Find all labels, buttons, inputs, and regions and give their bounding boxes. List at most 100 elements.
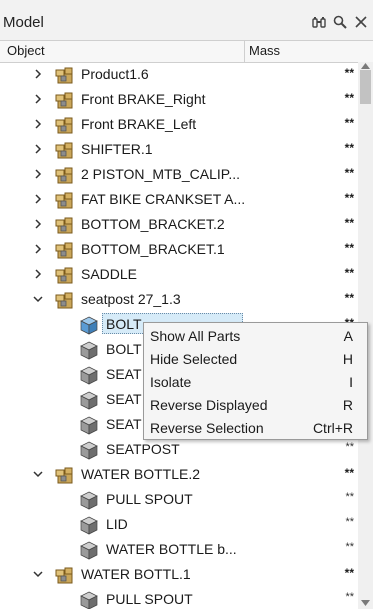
tree-row-mass: **	[344, 116, 354, 130]
tree-row[interactable]: SADDLE **	[0, 262, 358, 287]
scroll-thumb[interactable]	[360, 70, 371, 104]
tree-row-mass: **	[345, 491, 354, 503]
menu-item-label: Show All Parts	[150, 328, 241, 344]
menu-item-label: Reverse Displayed	[150, 397, 268, 413]
part-icon	[79, 590, 99, 609]
chevron-right-icon[interactable]	[32, 267, 44, 279]
tree-row-mass: **	[344, 141, 354, 155]
menu-item-label: Hide Selected	[150, 351, 238, 367]
tree-row[interactable]: PULL SPOUT **	[0, 487, 358, 512]
tree-row[interactable]: Front BRAKE_Right **	[0, 87, 358, 112]
context-menu-item[interactable]: Hide Selected H	[144, 348, 367, 371]
search-icon[interactable]	[332, 14, 348, 30]
menu-item-label: Reverse Selection	[150, 420, 264, 436]
chevron-down-icon[interactable]	[32, 292, 44, 304]
menu-item-shortcut: A	[343, 328, 353, 344]
tree-row[interactable]: SHIFTER.1 **	[0, 137, 358, 162]
tree-row-label: Front BRAKE_Right	[81, 91, 206, 107]
tree-row[interactable]: BOTTOM_BRACKET.2 **	[0, 212, 358, 237]
tree-row[interactable]: Product1.6 **	[0, 62, 358, 87]
context-menu-item[interactable]: Reverse Displayed R	[144, 394, 367, 417]
tree-row-mass: **	[345, 441, 354, 453]
assembly-icon	[55, 265, 75, 285]
tree-row[interactable]: WATER BOTTLE.2 **	[0, 462, 358, 487]
tree-row-label: PULL SPOUT	[106, 591, 193, 607]
tree-row-mass: **	[345, 591, 354, 603]
tree-row[interactable]: FAT BIKE CRANKSET A... **	[0, 187, 358, 212]
context-menu: Show All Parts A Hide Selected H Isolate I Rev…	[143, 322, 368, 440]
scroll-up-arrow-icon[interactable]	[361, 63, 370, 69]
tree-row[interactable]: LID **	[0, 512, 358, 537]
tree-row-label: 2 PISTON_MTB_CALIP...	[81, 166, 240, 182]
assembly-icon	[55, 240, 75, 260]
tree-row-label: PULL SPOUT	[106, 491, 193, 507]
context-menu-item[interactable]: Reverse Selection Ctrl+R	[144, 417, 367, 440]
tree-row-label: SEAT	[106, 416, 142, 432]
tree-row-label: WATER BOTTLE b...	[106, 541, 237, 557]
tree-row-label: SEAT	[106, 366, 142, 382]
scroll-down-arrow-icon[interactable]	[361, 600, 370, 606]
menu-item-label: Isolate	[150, 374, 192, 390]
column-object[interactable]: Object	[0, 41, 245, 62]
tree-row-label: LID	[106, 516, 128, 532]
tree-row-label: FAT BIKE CRANKSET A...	[81, 191, 246, 207]
tree-row-mass: **	[344, 466, 354, 480]
part-icon	[79, 390, 99, 410]
assembly-icon	[55, 290, 75, 310]
tree-row-mass: **	[344, 266, 354, 280]
part-icon	[79, 440, 99, 460]
chevron-right-icon[interactable]	[32, 142, 44, 154]
part-icon	[79, 415, 99, 435]
part-icon	[79, 490, 99, 510]
context-menu-item[interactable]: Isolate I	[144, 371, 367, 394]
tree-row[interactable]: WATER BOTTL.1 **	[0, 562, 358, 587]
tree-row[interactable]: Front BRAKE_Left **	[0, 112, 358, 137]
part-icon	[79, 365, 99, 385]
close-icon[interactable]	[353, 14, 369, 30]
tree-row[interactable]: PULL SPOUT **	[0, 587, 358, 609]
tree-row-label: BOTTOM_BRACKET.2	[81, 216, 225, 232]
part-icon	[79, 540, 99, 560]
chevron-right-icon[interactable]	[32, 117, 44, 129]
menu-item-shortcut: H	[342, 351, 353, 367]
tree-row-mass: **	[344, 241, 354, 255]
part-icon	[79, 515, 99, 535]
tree-row-label: Front BRAKE_Left	[81, 116, 197, 132]
part-icon	[79, 315, 99, 335]
tree-row[interactable]: BOTTOM_BRACKET.1 **	[0, 237, 358, 262]
menu-item-shortcut: Ctrl+R	[312, 420, 353, 436]
chevron-right-icon[interactable]	[32, 242, 44, 254]
tree-row-label: Product1.6	[81, 66, 149, 82]
chevron-right-icon[interactable]	[32, 67, 44, 79]
chevron-down-icon[interactable]	[32, 467, 44, 479]
assembly-icon	[55, 215, 75, 235]
tree-row-mass: **	[344, 166, 354, 180]
tree-row-label: seatpost 27_1.3	[81, 291, 181, 307]
tree-row-label: BOTTOM_BRACKET.1	[81, 241, 225, 257]
tree-row[interactable]: seatpost 27_1.3 **	[0, 287, 358, 312]
tree-row-mass: **	[344, 291, 354, 305]
column-mass[interactable]: Mass	[246, 41, 358, 62]
chevron-right-icon[interactable]	[32, 217, 44, 229]
assembly-icon	[55, 115, 75, 135]
chevron-right-icon[interactable]	[32, 167, 44, 179]
tree-row[interactable]: 2 PISTON_MTB_CALIP... **	[0, 162, 358, 187]
context-menu-item[interactable]: Show All Parts A	[144, 325, 367, 348]
menu-item-shortcut: R	[342, 397, 353, 413]
tree-row-mass: **	[345, 516, 354, 528]
chevron-down-icon[interactable]	[32, 567, 44, 579]
tree-row-mass: **	[345, 541, 354, 553]
tree-row-label: SEAT	[106, 391, 142, 407]
chevron-right-icon[interactable]	[32, 192, 44, 204]
assembly-icon	[55, 165, 75, 185]
tree-row-mass: **	[344, 66, 354, 80]
assembly-icon	[55, 140, 75, 160]
tree-row[interactable]: SEATPOST **	[0, 437, 358, 462]
part-icon	[79, 340, 99, 360]
tree-row-label: SADDLE	[81, 266, 138, 282]
assembly-icon	[55, 565, 75, 585]
tree-row-mass: **	[344, 216, 354, 230]
chevron-right-icon[interactable]	[32, 92, 44, 104]
binoculars-icon[interactable]	[311, 14, 327, 30]
tree-row[interactable]: WATER BOTTLE b... **	[0, 537, 358, 562]
